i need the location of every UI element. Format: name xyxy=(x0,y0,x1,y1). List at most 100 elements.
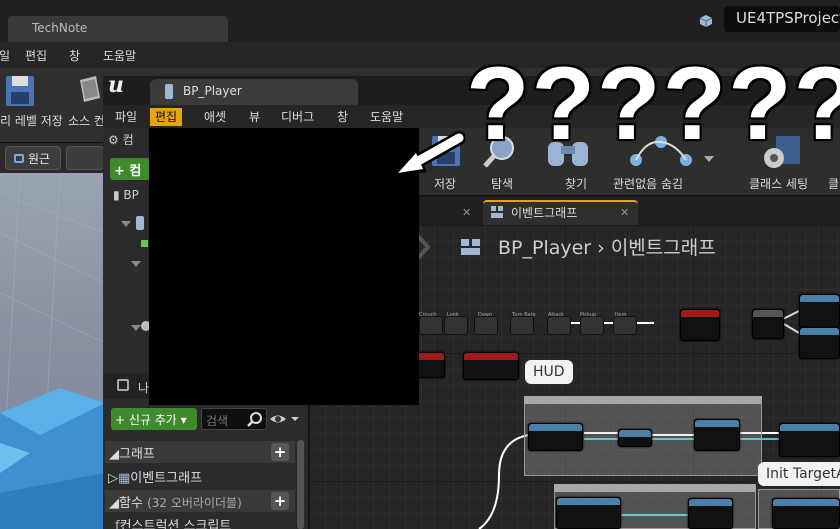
input-key-node[interactable] xyxy=(547,316,571,335)
save-level-icon[interactable] xyxy=(2,74,36,110)
create-widget-node[interactable] xyxy=(528,423,583,451)
level-viewport[interactable] xyxy=(0,173,105,529)
graphs-section-label: 그래프 xyxy=(119,447,155,462)
bp-menu-window[interactable]: 창 xyxy=(332,108,353,126)
section-collapse-icon: ◢ xyxy=(109,447,119,462)
input-key-node[interactable] xyxy=(419,316,443,335)
input-key-node[interactable] xyxy=(444,316,468,335)
bp-menu-debug[interactable]: 디버그 xyxy=(276,108,319,126)
perspective-button[interactable]: 원근 xyxy=(5,146,61,170)
tab-close-icon[interactable]: ✕ xyxy=(462,206,471,219)
arrow-component-icon xyxy=(141,240,148,247)
add-new-button[interactable]: + 신규 추가 ▾ xyxy=(111,408,197,430)
browse-label: 탐색 xyxy=(491,177,514,191)
node-header xyxy=(800,295,839,302)
node-header xyxy=(695,420,739,427)
add-component-button[interactable]: + 컴 xyxy=(110,158,150,180)
section-collapse-icon: ◢ xyxy=(109,496,119,511)
key-caption: Look xyxy=(447,312,459,318)
project-name-badge: UE4TPSProject xyxy=(724,6,840,32)
input-key-node[interactable] xyxy=(580,316,604,335)
perspective-icon xyxy=(14,154,24,163)
perspective-label: 원근 xyxy=(28,152,51,166)
input-key-node[interactable] xyxy=(510,316,534,335)
source-control-icon[interactable] xyxy=(78,74,102,104)
my-blueprint-label: 나 xyxy=(138,381,150,395)
graph-grid-icon: ▦ xyxy=(118,471,131,486)
main-menu-help[interactable]: 도움말 xyxy=(103,47,136,64)
blueprint-asset-icon xyxy=(165,84,173,99)
event-graph-tab-label: 이벤트그래프 xyxy=(511,206,578,220)
node-header xyxy=(557,498,620,505)
event-node[interactable] xyxy=(463,352,519,380)
function-node[interactable] xyxy=(688,498,733,529)
main-menu-window[interactable]: 창 xyxy=(69,47,80,64)
node-header xyxy=(681,310,719,317)
class-settings-label: 클래스 세팅 xyxy=(749,177,809,191)
bp-menu-asset[interactable]: 애셋 xyxy=(199,108,231,126)
reroute-node[interactable] xyxy=(618,429,652,447)
node-header xyxy=(800,328,839,335)
event-graph-tab-icon xyxy=(491,206,503,218)
function-node[interactable] xyxy=(799,327,840,359)
event-graph-item-label: 이벤트그래프 xyxy=(130,471,203,486)
branch-node[interactable] xyxy=(752,309,784,339)
set-variable-node[interactable] xyxy=(779,423,840,457)
main-menu-edit[interactable]: 편집 xyxy=(25,47,47,64)
bp-menu-help[interactable]: 도움말 xyxy=(365,108,408,126)
key-caption: Pickup xyxy=(580,312,597,318)
component-root-row[interactable]: ▮ BP xyxy=(113,188,139,202)
input-key-node[interactable] xyxy=(474,316,498,335)
init-comment-title xyxy=(554,484,756,492)
blueprint-self-icon: ▮ xyxy=(113,188,124,202)
add-graph-plus-icon[interactable]: + xyxy=(271,443,289,461)
event-node[interactable] xyxy=(680,309,720,341)
main-menu-file[interactable]: 일 xyxy=(0,47,10,64)
function-node[interactable] xyxy=(556,497,621,529)
function-node[interactable] xyxy=(799,294,840,328)
component-root-label: BP xyxy=(123,188,139,202)
tree-expand-icon: ▷ xyxy=(108,471,118,486)
tree-collapse-icon[interactable] xyxy=(131,261,141,267)
tab-close-icon[interactable]: ✕ xyxy=(620,206,629,219)
node-header xyxy=(529,424,582,431)
tree-collapse-icon[interactable] xyxy=(121,221,131,227)
key-caption: Attack xyxy=(548,312,564,318)
my-blueprint-scrollbar[interactable] xyxy=(297,440,304,529)
search-icon[interactable] xyxy=(247,411,263,427)
init-comment-bubble[interactable]: Init TargetAr xyxy=(758,462,840,486)
lit-button[interactable] xyxy=(66,146,104,170)
graphs-section[interactable]: ◢그래프 xyxy=(105,441,295,463)
main-level-tab[interactable]: TechNote xyxy=(8,16,228,42)
breadcrumb-graph: 이벤트그래프 xyxy=(610,237,716,259)
add-to-viewport-node[interactable] xyxy=(694,419,740,451)
breadcrumb-blueprint[interactable]: BP_Player xyxy=(498,237,591,259)
tree-collapse-icon[interactable] xyxy=(131,325,141,331)
functions-section-label: 함수 xyxy=(119,496,143,511)
bp-menu-file[interactable]: 파일 xyxy=(110,108,142,126)
hud-comment-bubble[interactable]: HUD xyxy=(525,360,573,384)
key-caption: Crouch xyxy=(419,312,437,318)
node-header xyxy=(773,499,839,506)
event-graph-item[interactable]: ▷▦이벤트그래프 xyxy=(108,467,202,486)
main-level-tab-label: TechNote xyxy=(32,21,88,35)
view-options-eye-icon[interactable] xyxy=(269,411,301,427)
annotation-arrow-icon xyxy=(393,131,465,176)
bp-menu-edit[interactable]: 편집 xyxy=(150,108,183,126)
construction-script-item[interactable]: ƒ컨스트럭션 스크립트 xyxy=(115,515,231,529)
add-function-plus-icon[interactable]: + xyxy=(271,492,289,510)
construction-script-label: 컨스트럭션 스크립트 xyxy=(119,519,232,529)
blueprint-tab-label: BP_Player xyxy=(183,84,242,98)
node-header xyxy=(619,430,651,437)
unreal-logo: u xyxy=(108,72,124,98)
viewport-scene xyxy=(0,173,105,529)
functions-section[interactable]: ◢함수 (32 오버라이더블) xyxy=(105,490,295,512)
graph-breadcrumb: BP_Player › 이벤트그래프 xyxy=(460,233,716,260)
annotation-question-marks: ?????? xyxy=(466,46,840,162)
input-key-node[interactable] xyxy=(613,316,637,335)
redacted-area xyxy=(149,128,419,405)
key-caption: Item xyxy=(615,312,627,318)
function-node[interactable] xyxy=(772,498,840,529)
blueprint-tab[interactable] xyxy=(150,79,358,105)
bp-menu-view[interactable]: 뷰 xyxy=(244,108,265,126)
